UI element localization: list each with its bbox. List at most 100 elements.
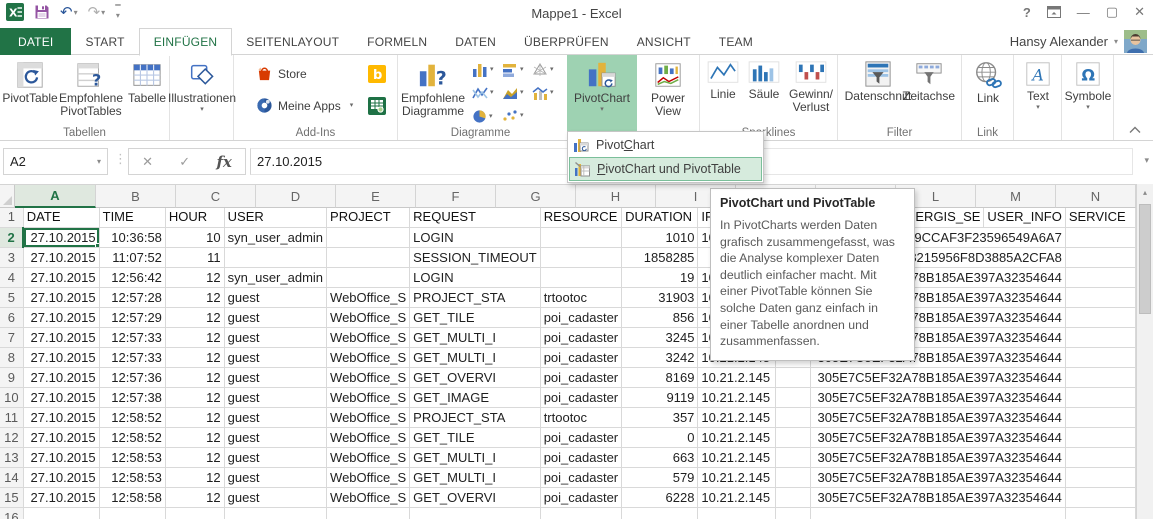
cell-A4[interactable]: 27.10.2015 (23, 267, 100, 288)
cell-B11[interactable]: 12:58:52 (99, 407, 166, 428)
row-header-2[interactable]: 2 (0, 227, 25, 248)
cell-C16[interactable] (165, 507, 225, 519)
cell-G14[interactable]: poi_cadaster (540, 467, 623, 488)
cell-D10[interactable]: guest (224, 387, 328, 408)
cell-I13[interactable]: 10.21.2.145 (697, 447, 776, 468)
cell-C10[interactable]: 12 (165, 387, 225, 408)
tab-ueberpruefen[interactable]: ÜBERPRÜFEN (510, 28, 623, 55)
cell-D7[interactable]: guest (224, 327, 328, 348)
cell-G8[interactable]: poi_cadaster (540, 347, 623, 368)
cell-C1[interactable]: HOUR (165, 207, 225, 228)
cell-N5[interactable] (1065, 287, 1136, 308)
cell-H15[interactable]: 6228 (621, 487, 699, 508)
row-header-7[interactable]: 7 (0, 327, 24, 348)
pivottable-button[interactable]: PivotTable (2, 57, 58, 105)
account-area[interactable]: Hansy Alexander ▾ (1010, 30, 1147, 53)
cell-A2[interactable]: 27.10.2015 (23, 227, 100, 248)
store-button[interactable]: Store (256, 65, 307, 82)
cell-K10[interactable]: 305E7C5EF32A78B185AE397A32354644 (810, 387, 1066, 408)
cell-D3[interactable] (224, 247, 328, 268)
cell-E4[interactable] (326, 267, 411, 288)
cell-D16[interactable] (224, 507, 328, 519)
cell-F11[interactable]: PROJECT_STA (409, 407, 541, 428)
cell-H3[interactable]: 1858285 (621, 247, 699, 268)
radar-chart-button[interactable]: ▾ (532, 63, 554, 77)
cell-A5[interactable]: 27.10.2015 (23, 287, 100, 308)
cell-C14[interactable]: 12 (165, 467, 225, 488)
cell-A6[interactable]: 27.10.2015 (23, 307, 100, 328)
cell-K15[interactable]: 305E7C5EF32A78B185AE397A32354644 (810, 487, 1066, 508)
cell-F15[interactable]: GET_OVERVI (409, 487, 541, 508)
cell-E6[interactable]: WebOffice_S (326, 307, 411, 328)
cell-K11[interactable]: 305E7C5EF32A78B185AE397A32354644 (810, 407, 1066, 428)
tab-formeln[interactable]: FORMELN (353, 28, 441, 55)
cell-G15[interactable]: poi_cadaster (540, 487, 623, 508)
symbole-button[interactable]: Ω Symbole ▾ (1064, 57, 1112, 111)
bing-addin-button[interactable]: b (368, 65, 386, 83)
power-view-button[interactable]: Power View (643, 57, 693, 118)
cell-I12[interactable]: 10.21.2.145 (697, 427, 776, 448)
tab-team[interactable]: TEAM (705, 28, 767, 55)
cell-N8[interactable] (1065, 347, 1136, 368)
cell-N1[interactable]: SERVICE (1065, 207, 1136, 228)
line-chart-button[interactable]: ▾ (472, 86, 494, 100)
cell-J15[interactable] (775, 487, 812, 508)
row-header-3[interactable]: 3 (0, 247, 24, 268)
saeule-sparkline-button[interactable]: Säule (744, 57, 784, 101)
tab-daten[interactable]: DATEN (441, 28, 510, 55)
vertical-scrollbar[interactable]: ▴ (1136, 184, 1153, 519)
cell-E8[interactable]: WebOffice_S (326, 347, 411, 368)
cell-C13[interactable]: 12 (165, 447, 225, 468)
cell-B9[interactable]: 12:57:36 (99, 367, 166, 388)
tab-start[interactable]: START (71, 28, 138, 55)
row-header-6[interactable]: 6 (0, 307, 24, 328)
cell-C15[interactable]: 12 (165, 487, 225, 508)
cell-C2[interactable]: 10 (165, 227, 225, 248)
cell-D12[interactable]: guest (224, 427, 328, 448)
cell-K13[interactable]: 305E7C5EF32A78B185AE397A32354644 (810, 447, 1066, 468)
cell-H13[interactable]: 663 (621, 447, 699, 468)
formula-bar-expand-icon[interactable]: ▾ (1144, 155, 1149, 166)
cell-H11[interactable]: 357 (621, 407, 699, 428)
cell-A1[interactable]: DATE (23, 207, 100, 228)
cell-D15[interactable]: guest (224, 487, 328, 508)
cell-F10[interactable]: GET_IMAGE (409, 387, 541, 408)
scroll-up-icon[interactable]: ▴ (1137, 184, 1153, 201)
column-header-C[interactable]: C (176, 185, 256, 208)
pie-chart-button[interactable]: ▾ (472, 109, 493, 124)
cell-G7[interactable]: poi_cadaster (540, 327, 623, 348)
menu-item-pivotchart[interactable]: PivotChart (569, 133, 762, 157)
scatter-chart-button[interactable]: ▾ (502, 109, 524, 123)
cell-N6[interactable] (1065, 307, 1136, 328)
help-icon[interactable]: ? (1023, 5, 1031, 20)
row-header-1[interactable]: 1 (0, 207, 24, 228)
gewinn-verlust-button[interactable]: Gewinn/Verlust (786, 57, 836, 114)
cell-I15[interactable]: 10.21.2.145 (697, 487, 776, 508)
cell-D6[interactable]: guest (224, 307, 328, 328)
column-header-H[interactable]: H (576, 185, 656, 208)
cell-E10[interactable]: WebOffice_S (326, 387, 411, 408)
cell-N16[interactable] (1065, 507, 1136, 519)
tabelle-button[interactable]: Tabelle (126, 57, 168, 105)
cell-C5[interactable]: 12 (165, 287, 225, 308)
cell-J13[interactable] (775, 447, 812, 468)
cell-E5[interactable]: WebOffice_S (326, 287, 411, 308)
cell-C7[interactable]: 12 (165, 327, 225, 348)
cell-H6[interactable]: 856 (621, 307, 699, 328)
cell-E1[interactable]: PROJECT (326, 207, 411, 228)
column-header-A[interactable]: A (15, 185, 96, 208)
menu-item-pivotchart-und-pivottable[interactable]: PivotChart und PivotTable (569, 157, 762, 181)
cell-N12[interactable] (1065, 427, 1136, 448)
column-header-F[interactable]: F (416, 185, 496, 208)
scrollbar-thumb[interactable] (1139, 204, 1151, 314)
cell-A15[interactable]: 27.10.2015 (23, 487, 100, 508)
pivotchart-button[interactable]: PivotChart ▾ (567, 55, 637, 140)
cell-A14[interactable]: 27.10.2015 (23, 467, 100, 488)
cell-C11[interactable]: 12 (165, 407, 225, 428)
cell-D5[interactable]: guest (224, 287, 328, 308)
cell-B4[interactable]: 12:56:42 (99, 267, 166, 288)
cell-N3[interactable] (1065, 247, 1136, 268)
row-header-11[interactable]: 11 (0, 407, 24, 428)
row-header-4[interactable]: 4 (0, 267, 24, 288)
cell-G11[interactable]: trtootoc (540, 407, 623, 428)
